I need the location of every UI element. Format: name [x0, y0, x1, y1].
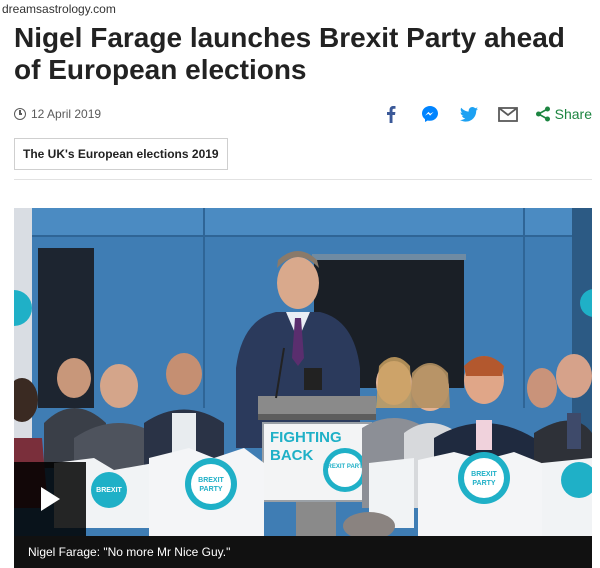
play-icon [41, 487, 60, 511]
email-icon[interactable] [497, 104, 519, 124]
divider [14, 179, 592, 180]
shirt-logo-3-line2: PARTY [472, 480, 496, 487]
messenger-icon[interactable] [419, 104, 441, 124]
shirt-logo-3-line1: BREXIT [471, 471, 497, 478]
watermark: dreamsastrology.com [2, 2, 116, 16]
share-button[interactable]: Share [535, 106, 592, 122]
share-icon [535, 106, 550, 122]
video-caption: Nigel Farage: "No more Mr Nice Guy." [14, 536, 592, 568]
twitter-icon[interactable] [458, 104, 480, 124]
article-meta: 12 April 2019 Share [14, 100, 592, 130]
podium-sign-line2: BACK [270, 447, 313, 464]
play-button[interactable] [14, 462, 86, 536]
share-label: Share [554, 106, 592, 122]
shirt-logo-1: BREXIT [96, 487, 122, 494]
share-toolbar: Share [363, 104, 592, 124]
podium-logo: BREXIT PARTY [323, 464, 367, 470]
facebook-icon[interactable] [380, 104, 402, 124]
clock-icon [14, 108, 26, 120]
video-still: FIGHTING BACK BREXIT PARTY BREXIT BREXIT… [14, 208, 592, 568]
topic-tag[interactable]: The UK's European elections 2019 [14, 138, 228, 170]
article-headline: Nigel Farage launches Brexit Party ahead… [14, 22, 565, 85]
shirt-logo-2-line2: PARTY [199, 486, 223, 493]
podium-sign-line1: FIGHTING [270, 429, 342, 446]
video-player[interactable]: FIGHTING BACK BREXIT PARTY BREXIT BREXIT… [14, 208, 592, 568]
publish-date-text: 12 April 2019 [31, 107, 102, 121]
shirt-logo-2-line1: BREXIT [198, 477, 224, 484]
publish-date: 12 April 2019 [14, 107, 101, 121]
